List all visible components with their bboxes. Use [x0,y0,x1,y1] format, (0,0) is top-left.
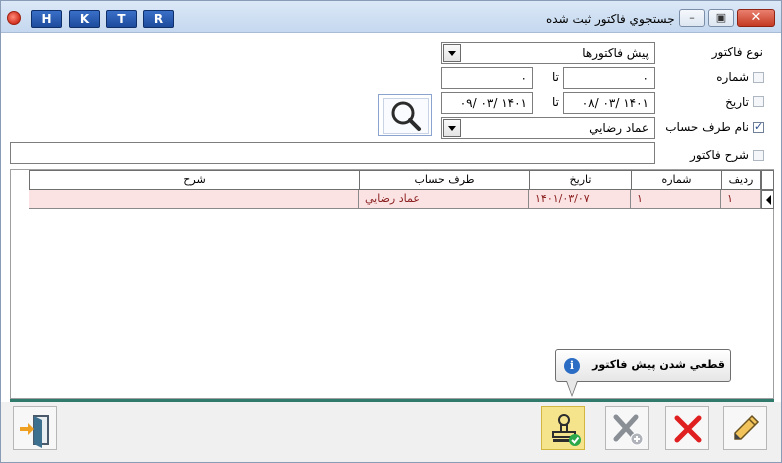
account-checkbox[interactable] [753,120,764,133]
quick-button-h[interactable]: H [31,10,62,28]
table-cell-number[interactable]: ۱ [631,190,721,209]
app-icon[interactable] [7,11,21,25]
delete-button[interactable] [665,406,709,450]
minimize-button[interactable]: – [679,9,705,27]
finalize-stamp-icon [552,414,581,446]
number-from-input[interactable]: ۰ [563,67,655,89]
window-title: جستجوي فاکتور ثبت شده [546,12,675,26]
exit-button[interactable] [13,406,57,450]
number-to-label: تا [552,70,559,84]
invoice-type-dropdown-icon[interactable] [443,44,461,62]
description-label: شرح فاکتور [690,148,749,162]
close-button[interactable]: ✕ [737,9,775,27]
table-cell-row-no[interactable]: ۱ [721,190,761,209]
quick-button-r[interactable]: R [143,10,174,28]
account-label: نام طرف حساب [665,120,749,134]
quick-button-t[interactable]: T [106,10,137,28]
date-checkbox[interactable] [753,96,764,107]
date-label: تاريخ [725,95,749,109]
date-to-label: تا [552,95,559,109]
date-to-input[interactable]: ۱۴۰۱ /۰۳ /۰۹ [441,92,533,114]
number-label: شماره [716,70,749,84]
number-to-input[interactable]: ۰ [441,67,533,89]
number-checkbox[interactable] [753,72,764,83]
finalize-invoice-button[interactable] [541,406,585,450]
bottom-toolbar [1,402,781,462]
column-header-number[interactable]: شماره [631,170,722,190]
cancel-invoice-icon [613,414,644,446]
column-header-description[interactable]: شرح [29,170,360,190]
column-header-account[interactable]: طرف حساب [359,170,530,190]
edit-button[interactable] [723,406,767,450]
column-header-indicator [761,170,774,190]
invoice-type-label: نوع فاکتور [711,45,763,59]
table-cell-description[interactable] [29,190,359,209]
column-header-row-no[interactable]: رديف [721,170,761,190]
column-header-date[interactable]: تاريخ [529,170,632,190]
search-button[interactable] [378,94,432,136]
search-invoice-window: H K T R جستجوي فاکتور ثبت شده – ▣ ✕ نوع … [0,0,782,463]
cancel-invoice-button[interactable] [605,406,649,450]
invoice-type-select[interactable]: پيش فاکتورها [441,42,655,64]
edit-icon [734,414,760,440]
info-icon: i [564,358,580,374]
table-cell-date[interactable]: ۱۴۰۱/۰۳/۰۷ [529,190,631,209]
tooltip-text: قطعي شدن پيش فاکتور [592,358,725,371]
description-checkbox[interactable] [753,150,764,161]
magnifier-icon [391,101,421,131]
quick-button-k[interactable]: K [69,10,100,28]
tooltip-tail [566,381,578,397]
account-select[interactable]: عماد رضايي [441,117,655,139]
exit-icon [20,415,49,448]
date-from-input[interactable]: ۱۴۰۱ /۰۳ /۰۸ [563,92,655,114]
current-row-indicator-icon [761,190,774,209]
description-input[interactable] [10,142,655,164]
table-cell-account[interactable]: عماد رضايي [359,190,529,209]
restore-button[interactable]: ▣ [708,9,734,27]
delete-icon [674,415,702,443]
account-dropdown-icon[interactable] [443,119,461,137]
title-bar: H K T R جستجوي فاکتور ثبت شده – ▣ ✕ [1,1,781,33]
